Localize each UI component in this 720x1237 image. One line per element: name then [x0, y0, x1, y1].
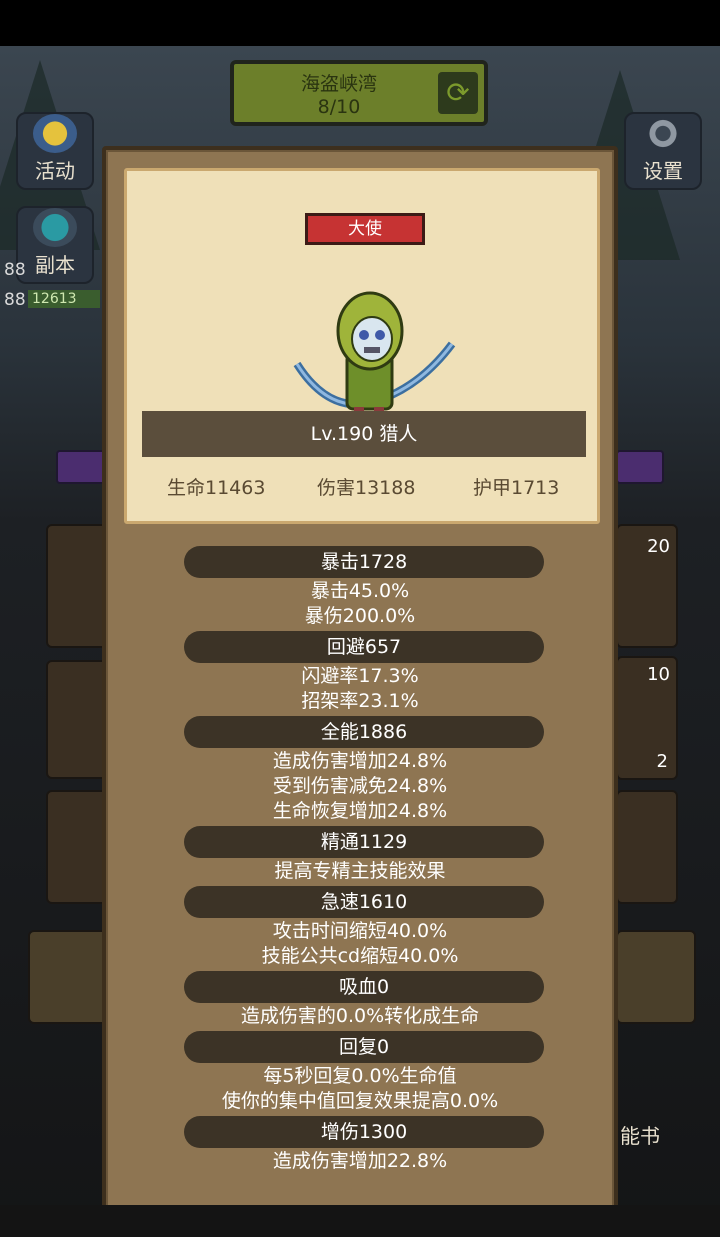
- gear-icon: [641, 114, 685, 153]
- dungeon-button[interactable]: 副本: [16, 206, 94, 284]
- skill-card[interactable]: [46, 790, 108, 904]
- skill-card[interactable]: [46, 660, 108, 779]
- versatility-header: 全能1886: [184, 716, 544, 748]
- damage-bonus-header: 增伤1300: [184, 1116, 544, 1148]
- stage-name: 海盗峡湾: [300, 72, 377, 95]
- activity-label: 活动: [35, 159, 75, 183]
- regen-header: 回复0: [184, 1031, 544, 1063]
- stat-line: 造成伤害的0.0%转化成生命: [240, 1005, 480, 1027]
- panel-left: [28, 930, 108, 1024]
- stat-line: 造成伤害增加24.8%: [272, 750, 448, 772]
- star-icon: [33, 114, 77, 153]
- stat-line: 暴击45.0%: [310, 580, 410, 602]
- dungeon-label: 副本: [35, 253, 75, 277]
- lifesteal-header: 吸血0: [184, 971, 544, 1003]
- stat-line: 使你的集中值回复效果提高0.0%: [221, 1090, 499, 1112]
- stage-progress: 8/10: [317, 95, 361, 118]
- hero-detail-modal: 大使 Lv.190 猎人 生命11463 伤害13188 护甲1713 暴击17…: [102, 146, 618, 1228]
- bottom-strip: [0, 1205, 720, 1237]
- counter-badge: 2: [656, 751, 668, 772]
- skill-card[interactable]: 20: [616, 524, 678, 648]
- settings-label: 设置: [643, 159, 683, 183]
- purple-bar-right: [616, 450, 664, 484]
- settings-button[interactable]: 设置: [624, 112, 702, 190]
- evasion-header: 回避657: [184, 631, 544, 663]
- base-stats-row: 生命11463 伤害13188 护甲1713: [127, 473, 603, 503]
- portal-icon: [33, 208, 77, 247]
- haste-header: 急速1610: [184, 886, 544, 918]
- stat-line: 技能公共cd缩短40.0%: [261, 945, 459, 967]
- counter-b: 88: [4, 290, 26, 310]
- stat-line: 暴伤200.0%: [304, 605, 416, 627]
- armor-stat: 护甲1713: [473, 477, 560, 499]
- class-tag: 大使: [305, 213, 425, 245]
- refresh-icon[interactable]: ⟳: [438, 72, 478, 114]
- stage-banner[interactable]: 海盗峡湾 8/10 ⟳: [230, 60, 488, 126]
- hero-card: 大使 Lv.190 猎人 生命11463 伤害13188 护甲1713: [124, 168, 600, 524]
- status-bar: [0, 0, 720, 46]
- hp-bar: 12613: [28, 290, 100, 308]
- stat-line: 提高专精主技能效果: [274, 860, 446, 882]
- mastery-header: 精通1129: [184, 826, 544, 858]
- counter-a: 88: [4, 260, 26, 280]
- crit-header: 暴击1728: [184, 546, 544, 578]
- stat-line: 造成伤害增加22.8%: [272, 1150, 448, 1172]
- stat-line: 受到伤害减免24.8%: [272, 775, 448, 797]
- skill-book-label[interactable]: 能书: [620, 1120, 660, 1149]
- level-class-bar: Lv.190 猎人: [142, 411, 586, 457]
- panel-right: [616, 930, 696, 1024]
- stat-line: 生命恢复增加24.8%: [272, 800, 448, 822]
- skill-card[interactable]: [616, 790, 678, 904]
- stat-line: 攻击时间缩短40.0%: [272, 920, 448, 942]
- stat-line: 每5秒回复0.0%生命值: [263, 1065, 457, 1087]
- skill-card[interactable]: [46, 524, 108, 648]
- damage-stat: 伤害13188: [317, 477, 416, 499]
- stat-line: 闪避率17.3%: [301, 665, 419, 687]
- stat-line: 招架率23.1%: [301, 690, 419, 712]
- counter-badge: 10: [647, 664, 670, 685]
- skill-card[interactable]: 10 2: [616, 656, 678, 780]
- counter-badge: 20: [647, 536, 670, 557]
- activity-button[interactable]: 活动: [16, 112, 94, 190]
- life-stat: 生命11463: [167, 477, 266, 499]
- hunter-portrait: [293, 291, 456, 423]
